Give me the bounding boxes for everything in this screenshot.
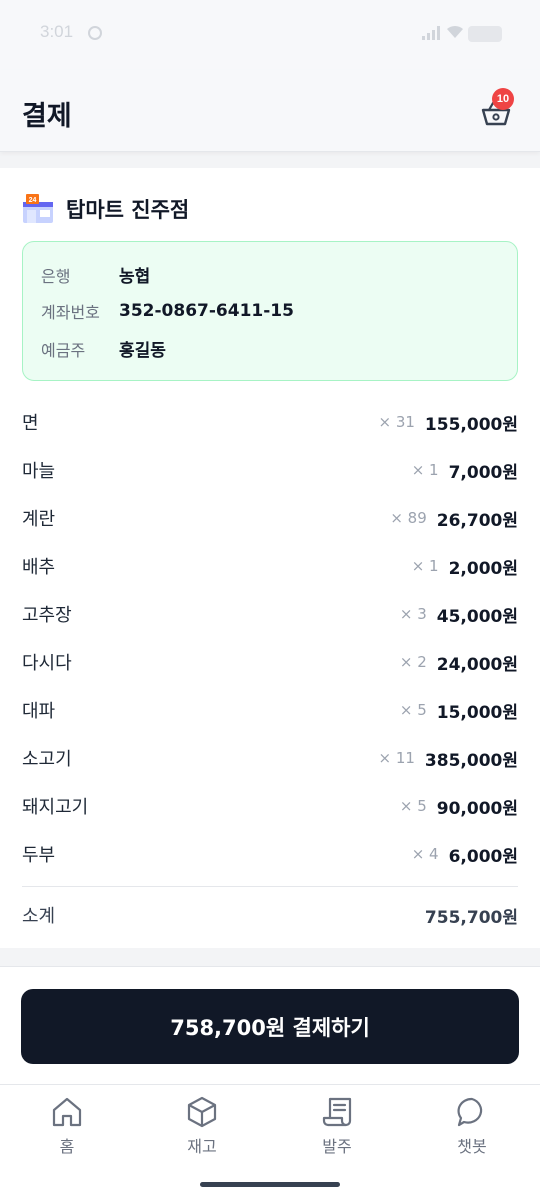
item-name: 다시다 [22,653,72,674]
item-price: 24,000원 [436,654,518,675]
status-time: 3:01 [40,22,74,41]
tab-inventory-label: 재고 [187,1137,217,1156]
bank-row-account: 계좌번호 352-0867-6411-15 [41,299,294,323]
item-price: 45,000원 [436,606,518,627]
svg-text:24: 24 [29,197,37,204]
page-title: 결제 [22,101,72,132]
list-item: 계란 × 89 26,700원 [22,494,518,542]
scroll-icon [322,1097,352,1127]
item-name: 배추 [22,557,56,578]
account-holder-value: 홍길동 [119,341,166,361]
pay-bar: 758,700원 결제하기 [0,966,540,1084]
order-item-list: 면 × 31 155,000원 마늘 × 1 7,000원 계란 × 89 26,70… [22,398,518,878]
list-item: 소고기 × 11 385,000원 [22,734,518,782]
item-price: 2,000원 [448,558,518,579]
list-item: 배추 × 1 2,000원 [22,542,518,590]
tab-chatbot[interactable]: 챗봇 [422,1095,522,1157]
tab-orders-label: 발주 [322,1137,352,1156]
bank-label: 은행 [41,266,71,286]
payment-card: 24 탑마트 진주점 은행 농협 계좌번호 352-0867-6411-15 예… [0,168,540,948]
list-item: 면 × 31 155,000원 [22,398,518,446]
cart-button[interactable]: 10 [480,88,514,126]
list-item: 돼지고기 × 5 90,000원 [22,782,518,830]
item-name: 소고기 [22,749,72,770]
account-number-value: 352-0867-6411-15 [119,301,294,321]
subtotal-value: 755,700원 [424,907,518,928]
list-item: 두부 × 4 6,000원 [22,830,518,878]
box-icon [187,1096,217,1128]
alarm-icon [88,26,102,40]
account-number-label: 계좌번호 [41,303,100,322]
bank-value: 농협 [119,267,151,287]
item-quantity: × 1 [411,557,439,575]
subtotal-divider [22,886,518,887]
item-quantity: × 89 [390,509,427,527]
item-price: 15,000원 [436,702,518,723]
item-name: 대파 [22,701,56,722]
cart-count-badge: 10 [492,88,514,110]
convenience-store-icon: 24 [23,194,53,223]
account-holder-label: 예금주 [41,340,86,360]
pay-button[interactable]: 758,700원 결제하기 [21,989,519,1064]
item-quantity: × 5 [399,701,427,719]
item-name: 면 [22,413,39,434]
tab-home-label: 홈 [59,1137,75,1156]
list-item: 대파 × 5 15,000원 [22,686,518,734]
item-price: 26,700원 [436,510,518,531]
bank-account-box: 은행 농협 계좌번호 352-0867-6411-15 예금주 홍길동 [22,241,518,381]
item-quantity: × 5 [399,797,427,815]
list-item: 고추장 × 3 45,000원 [22,590,518,638]
item-price: 90,000원 [436,798,518,819]
item-price: 155,000원 [424,414,518,435]
item-quantity: × 3 [399,605,427,623]
item-quantity: × 4 [411,845,439,863]
item-name: 두부 [22,845,56,866]
bank-row-bank: 은행 농협 [41,262,151,288]
status-bar: 3:01 [0,0,540,70]
chat-bubble-icon [457,1097,483,1127]
item-quantity: × 11 [378,749,415,767]
item-name: 계란 [22,509,56,530]
item-quantity: × 1 [411,461,439,479]
home-icon [52,1097,82,1127]
list-item: 마늘 × 1 7,000원 [22,446,518,494]
signal-icon [422,26,440,40]
item-name: 돼지고기 [22,797,89,818]
home-indicator [200,1182,340,1187]
item-price: 385,000원 [424,750,518,771]
app-header: 결제 10 [0,70,540,152]
bank-row-holder: 예금주 홍길동 [41,336,166,362]
subtotal-label: 소계 [22,906,56,927]
list-item: 다시다 × 2 24,000원 [22,638,518,686]
tab-home[interactable]: 홈 [17,1095,117,1157]
store-header: 24 탑마트 진주점 [22,194,189,224]
item-quantity: × 31 [378,413,415,431]
item-name: 고추장 [22,605,72,626]
tab-chatbot-label: 챗봇 [457,1137,487,1156]
wifi-icon [447,25,463,38]
item-price: 7,000원 [448,462,518,483]
battery-icon [468,26,502,42]
item-quantity: × 2 [399,653,427,671]
store-name: 탑마트 진주점 [66,198,190,222]
tab-orders[interactable]: 발주 [287,1095,387,1157]
item-price: 6,000원 [448,846,518,867]
tab-inventory[interactable]: 재고 [152,1095,252,1157]
item-name: 마늘 [22,461,56,482]
subtotal-row: 소계 755,700원 [22,898,518,932]
